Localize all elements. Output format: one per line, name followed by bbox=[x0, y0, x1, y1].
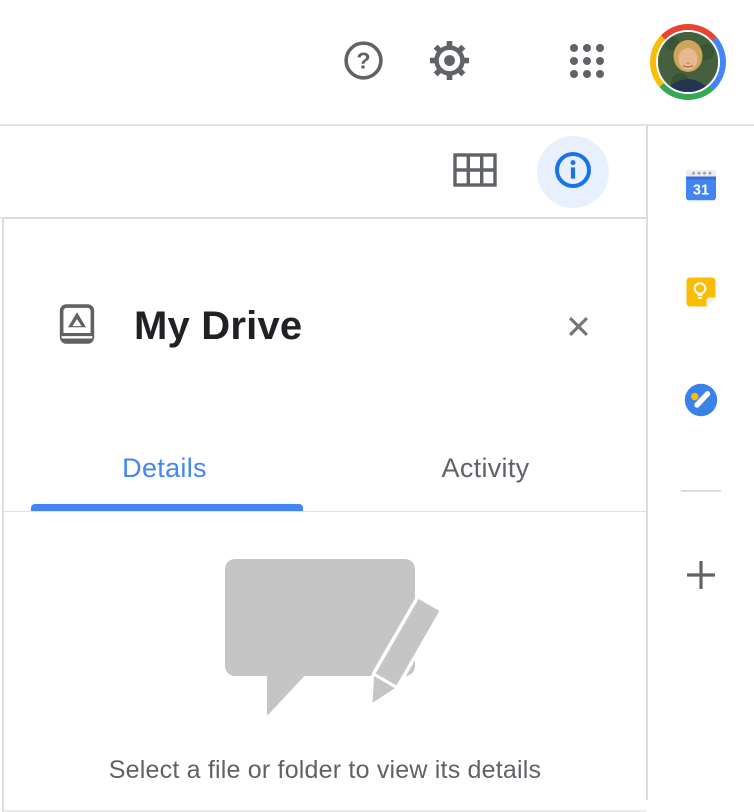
help-button[interactable]: ? bbox=[342, 39, 385, 85]
settings-gear-icon bbox=[427, 38, 472, 86]
tab-activity[interactable]: Activity bbox=[325, 423, 646, 511]
my-drive-icon bbox=[58, 303, 96, 350]
tasks-icon bbox=[684, 405, 718, 420]
info-panel-button[interactable] bbox=[537, 136, 609, 208]
active-tab-indicator bbox=[31, 504, 303, 511]
calendar-icon: 31 bbox=[685, 189, 717, 204]
comment-bubble-with-pencil-illustration bbox=[205, 553, 445, 728]
google-apps-grid-icon bbox=[568, 42, 606, 83]
info-icon bbox=[552, 149, 594, 194]
close-panel-button[interactable] bbox=[563, 311, 594, 342]
calendar-app-button[interactable]: 31 bbox=[685, 167, 717, 201]
grid-view-icon bbox=[453, 175, 497, 190]
add-panel-button[interactable] bbox=[678, 552, 724, 598]
empty-state: Select a file or folder to view its deta… bbox=[4, 553, 646, 810]
avatar-color-ring bbox=[650, 24, 726, 100]
top-app-bar: ? bbox=[0, 0, 754, 126]
main-row: My Drive Details bbox=[0, 126, 754, 800]
details-activity-tabs: Details Activity bbox=[4, 423, 646, 512]
side-panel-divider bbox=[681, 490, 721, 492]
help-icon: ? bbox=[342, 39, 385, 85]
google-apps-button[interactable] bbox=[568, 42, 606, 83]
panel-title: My Drive bbox=[134, 304, 563, 349]
close-x-icon bbox=[563, 330, 594, 345]
details-panel: My Drive Details bbox=[2, 218, 646, 812]
tab-details[interactable]: Details bbox=[4, 423, 325, 511]
files-toolbar bbox=[0, 126, 646, 218]
details-panel-header: My Drive bbox=[4, 219, 646, 376]
settings-button[interactable] bbox=[427, 38, 472, 86]
svg-text:?: ? bbox=[356, 48, 370, 74]
side-app-panel: 31 bbox=[648, 126, 754, 800]
account-button[interactable] bbox=[650, 24, 726, 100]
content-column: My Drive Details bbox=[0, 126, 648, 800]
tasks-app-button[interactable] bbox=[684, 383, 718, 417]
keep-icon bbox=[685, 296, 717, 311]
keep-app-button[interactable] bbox=[685, 276, 717, 308]
plus-icon bbox=[678, 586, 724, 601]
empty-state-message: Select a file or folder to view its deta… bbox=[109, 756, 541, 785]
grid-view-button[interactable] bbox=[453, 153, 497, 190]
calendar-day-label: 31 bbox=[693, 183, 709, 199]
google-drive-screen: ? bbox=[0, 0, 754, 800]
avatar bbox=[656, 30, 720, 94]
